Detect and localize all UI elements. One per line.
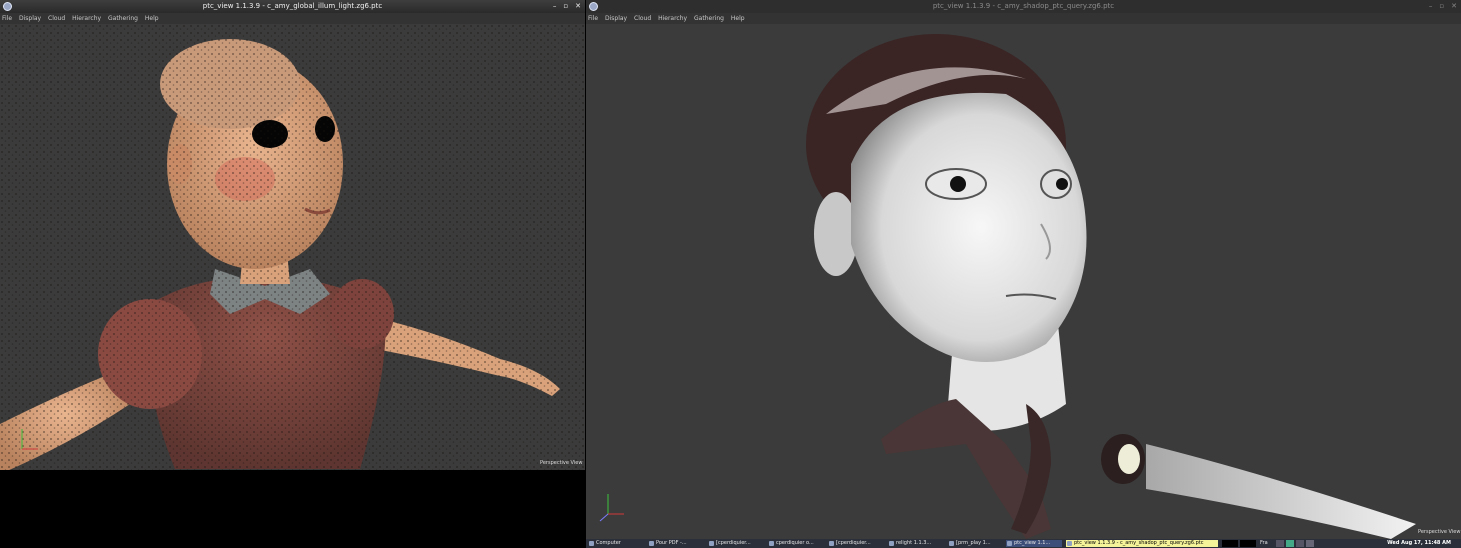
task-label: [cperdiquier... <box>836 540 871 546</box>
right-viewport-label: Perspective View <box>1418 529 1461 535</box>
tray-pager-1[interactable] <box>1222 540 1238 547</box>
task-label: Computer <box>596 540 621 546</box>
task-ptc-view-left[interactable]: ptc_view 1.1... <box>1006 540 1062 547</box>
task-label: ptc_view 1.1... <box>1014 540 1051 546</box>
task-label: [cperdiquier... <box>716 540 751 546</box>
menu-display[interactable]: Display <box>19 15 41 22</box>
terminal-icon <box>709 541 714 546</box>
menu-file[interactable]: File <box>588 15 598 22</box>
left-ptc-view-window[interactable]: ptc_view 1.1.3.9 - c_amy_global_illum_li… <box>0 0 585 548</box>
app-icon <box>1007 541 1012 546</box>
task-prm-play[interactable]: [prm_play 1... <box>948 540 1004 547</box>
right-ptc-view-window[interactable]: ptc_view 1.1.3.9 - c_amy_shadop_ptc_quer… <box>586 0 1461 548</box>
black-empty-area <box>0 470 585 548</box>
task-terminal-1[interactable]: [cperdiquier... <box>708 540 764 547</box>
left-title-bar[interactable]: ptc_view 1.1.3.9 - c_amy_global_illum_li… <box>0 0 585 13</box>
right-window-title: ptc_view 1.1.3.9 - c_amy_shadop_ptc_quer… <box>932 2 1115 10</box>
minimize-icon[interactable]: – <box>553 0 557 13</box>
menu-gathering[interactable]: Gathering <box>108 15 138 22</box>
task-terminal-2[interactable]: cperdiquier o... <box>768 540 824 547</box>
menu-file[interactable]: File <box>2 15 12 22</box>
tray-icon-2[interactable] <box>1286 540 1294 547</box>
task-terminal-3[interactable]: [cperdiquier... <box>828 540 884 547</box>
menu-help[interactable]: Help <box>731 15 745 22</box>
maximize-icon[interactable]: ▫ <box>1439 0 1444 13</box>
right-menu-bar: File Display Cloud Hierarchy Gathering H… <box>586 13 1461 24</box>
taskbar: Computer Pour PDF -... [cperdiquier... c… <box>586 539 1461 548</box>
task-relight[interactable]: relight 1.1.3... <box>888 540 944 547</box>
app-icon[interactable] <box>589 2 598 11</box>
menu-gathering[interactable]: Gathering <box>694 15 724 22</box>
task-computer[interactable]: Computer <box>588 540 644 547</box>
menu-hierarchy[interactable]: Hierarchy <box>72 15 101 22</box>
task-label: relight 1.1.3... <box>896 540 932 546</box>
computer-icon <box>589 541 594 546</box>
terminal-icon <box>829 541 834 546</box>
app-icon[interactable] <box>3 2 12 11</box>
close-icon[interactable]: ✕ <box>1451 0 1457 13</box>
shaded-render <box>599 34 1416 539</box>
keyboard-layout[interactable]: Fra <box>1260 540 1274 547</box>
task-label: cperdiquier o... <box>776 540 814 546</box>
menu-display[interactable]: Display <box>605 15 627 22</box>
app-icon <box>889 541 894 546</box>
maximize-icon[interactable]: ▫ <box>563 0 568 13</box>
tray-icon-4[interactable] <box>1306 540 1314 547</box>
minimize-icon[interactable]: – <box>1429 0 1433 13</box>
left-viewport-label: Perspective View <box>540 460 583 466</box>
tray-pager-2[interactable] <box>1240 540 1256 547</box>
close-icon[interactable]: ✕ <box>575 0 581 13</box>
terminal-icon <box>769 541 774 546</box>
menu-hierarchy[interactable]: Hierarchy <box>658 15 687 22</box>
right-title-bar[interactable]: ptc_view 1.1.3.9 - c_amy_shadop_ptc_quer… <box>586 0 1461 13</box>
left-menu-bar: File Display Cloud Hierarchy Gathering H… <box>0 13 585 24</box>
right-3d-viewport[interactable]: Perspective View <box>586 24 1461 548</box>
menu-cloud[interactable]: Cloud <box>634 15 651 22</box>
menu-help[interactable]: Help <box>145 15 159 22</box>
task-label: ptc_view 1.1.3.9 - c_amy_shadop_ptc_quer… <box>1074 540 1204 546</box>
left-window-title: ptc_view 1.1.3.9 - c_amy_global_illum_li… <box>202 2 383 10</box>
task-label: [prm_play 1... <box>956 540 991 546</box>
app-icon <box>1067 541 1072 546</box>
folder-icon <box>649 541 654 546</box>
tray-icon-1[interactable] <box>1276 540 1284 547</box>
tray-icon-3[interactable] <box>1296 540 1304 547</box>
clock[interactable]: Wed Aug 17, 11:48 AM <box>1387 539 1451 548</box>
app-icon <box>949 541 954 546</box>
menu-cloud[interactable]: Cloud <box>48 15 65 22</box>
task-ptc-view-active[interactable]: ptc_view 1.1.3.9 - c_amy_shadop_ptc_quer… <box>1066 540 1218 547</box>
task-label: Pour PDF -... <box>656 540 687 546</box>
task-pour-pdf[interactable]: Pour PDF -... <box>648 540 704 547</box>
